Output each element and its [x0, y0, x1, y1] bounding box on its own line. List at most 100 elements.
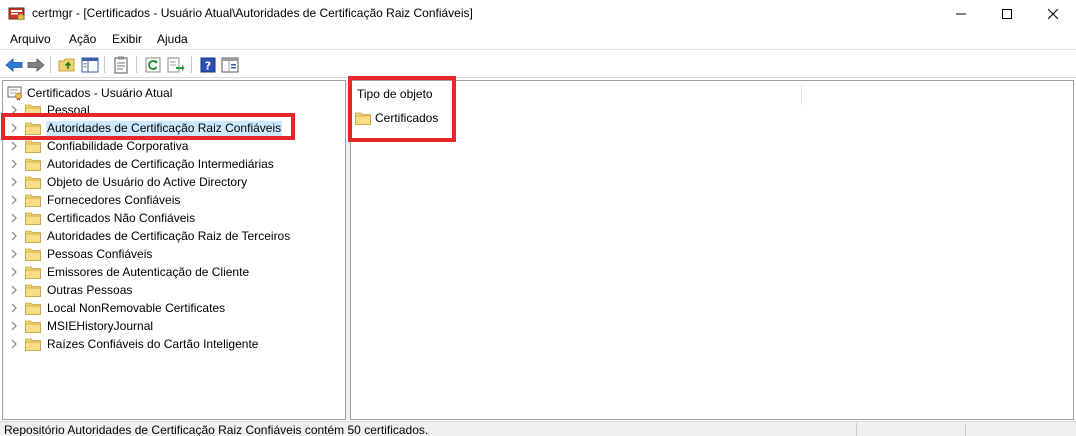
export-list-button[interactable]	[166, 55, 186, 75]
folder-icon	[25, 140, 41, 153]
tree-item[interactable]: Local NonRemovable Certificates	[3, 299, 343, 317]
folder-icon	[25, 320, 41, 333]
close-button[interactable]	[1030, 0, 1076, 28]
tree-item[interactable]: Pessoal	[3, 101, 343, 119]
forward-button[interactable]	[26, 55, 46, 75]
show-hide-console-tree-button[interactable]	[80, 55, 100, 75]
column-header-tipo-de-objeto[interactable]: Tipo de objeto	[357, 87, 433, 105]
close-icon	[1048, 9, 1058, 19]
tree-item-label: Autoridades de Certificação Raiz de Terc…	[47, 229, 291, 243]
folder-icon	[25, 194, 41, 207]
window-title: certmgr - [Certificados - Usuário Atual\…	[32, 6, 473, 20]
folder-icon	[25, 212, 41, 225]
help-button[interactable]: ?	[198, 55, 218, 75]
folder-icon	[355, 112, 371, 125]
back-button[interactable]	[4, 55, 24, 75]
toolbar-separator	[50, 56, 51, 73]
tree-item-label: Pessoas Confiáveis	[47, 247, 153, 261]
chevron-right-icon[interactable]	[9, 158, 19, 170]
tree-item[interactable]: Fornecedores Confiáveis	[3, 191, 343, 209]
tree-item-label: Autoridades de Certificação Raiz Confiáv…	[46, 121, 283, 136]
chevron-right-icon[interactable]	[9, 320, 19, 332]
maximize-button[interactable]	[984, 0, 1030, 28]
properties-icon	[114, 56, 128, 74]
toolbar-separator	[136, 56, 137, 73]
tree-item-label: Certificados Não Confiáveis	[47, 211, 196, 225]
list-item-certificados[interactable]: Certificados	[355, 109, 438, 127]
tree-item-label: Local NonRemovable Certificates	[47, 301, 226, 315]
tree-item[interactable]: MSIEHistoryJournal	[3, 317, 343, 335]
chevron-right-icon[interactable]	[9, 230, 19, 242]
maximize-icon	[1002, 9, 1012, 19]
tree-item[interactable]: Autoridades de Certificação Raiz Confiáv…	[3, 119, 343, 137]
toolbar-separator	[191, 56, 192, 73]
tree-item-label: Objeto de Usuário do Active Directory	[47, 175, 248, 189]
certificate-store-icon	[7, 86, 22, 101]
details-pane[interactable]: Tipo de objeto Certificados	[350, 80, 1074, 420]
menu-acao[interactable]: Ação	[69, 32, 96, 46]
forward-arrow-icon	[27, 58, 45, 72]
title-bar: certmgr - [Certificados - Usuário Atual\…	[0, 0, 1076, 28]
tree-item[interactable]: Certificados Não Confiáveis	[3, 209, 343, 227]
tree-item[interactable]: Autoridades de Certificação Raiz de Terc…	[3, 227, 343, 245]
tree-item-label: Pessoal	[47, 103, 90, 117]
folder-icon	[25, 176, 41, 189]
details-view-button[interactable]	[220, 55, 240, 75]
folder-icon	[25, 122, 41, 135]
chevron-right-icon[interactable]	[9, 302, 19, 314]
tree-root-item[interactable]: Certificados - Usuário Atual	[7, 85, 172, 101]
folder-icon	[25, 266, 41, 279]
chevron-right-icon[interactable]	[9, 122, 19, 134]
tree-root-label: Certificados - Usuário Atual	[27, 86, 173, 100]
chevron-right-icon[interactable]	[9, 104, 19, 116]
tree-item-label: Raízes Confiáveis do Cartão Inteligente	[47, 337, 259, 351]
refresh-icon	[145, 57, 161, 73]
column-header-divider[interactable]	[801, 85, 802, 105]
chevron-right-icon[interactable]	[9, 212, 19, 224]
properties-button[interactable]	[111, 55, 131, 75]
chevron-right-icon[interactable]	[9, 176, 19, 188]
tree-item[interactable]: Emissores de Autenticação de Cliente	[3, 263, 343, 281]
tree-item[interactable]: Confiabilidade Corporativa	[3, 137, 343, 155]
tree-item-label: Autoridades de Certificação Intermediári…	[47, 157, 274, 171]
folder-icon	[25, 158, 41, 171]
menu-exibir[interactable]: Exibir	[112, 32, 142, 46]
chevron-right-icon[interactable]	[9, 248, 19, 260]
minimize-icon	[956, 13, 966, 15]
chevron-right-icon[interactable]	[9, 194, 19, 206]
status-text: Repositório Autoridades de Certificação …	[4, 423, 429, 436]
details-view-icon	[221, 57, 239, 73]
status-separator	[965, 423, 966, 436]
menu-bar: Arquivo Ação Exibir Ajuda	[0, 28, 1076, 50]
chevron-right-icon[interactable]	[9, 284, 19, 296]
tree-item-label: MSIEHistoryJournal	[47, 319, 154, 333]
console-tree-pane[interactable]: Certificados - Usuário Atual Pessoal Auto…	[2, 80, 346, 420]
toolbar-separator	[104, 56, 105, 73]
tree-item[interactable]: Outras Pessoas	[3, 281, 343, 299]
up-one-level-button[interactable]	[57, 55, 77, 75]
menu-arquivo[interactable]: Arquivo	[10, 32, 51, 46]
tree-item[interactable]: Pessoas Confiáveis	[3, 245, 343, 263]
tree-item-label: Emissores de Autenticação de Cliente	[47, 265, 250, 279]
chevron-right-icon[interactable]	[9, 140, 19, 152]
tree-item[interactable]: Autoridades de Certificação Intermediári…	[3, 155, 343, 173]
back-arrow-icon	[5, 58, 23, 72]
folder-icon	[25, 230, 41, 243]
show-hide-tree-icon	[81, 57, 99, 73]
svg-text:?: ?	[205, 60, 211, 73]
tree-item[interactable]: Objeto de Usuário do Active Directory	[3, 173, 343, 191]
help-icon: ?	[200, 57, 216, 73]
tree-item-label: Confiabilidade Corporativa	[47, 139, 189, 153]
tree-item-label: Fornecedores Confiáveis	[47, 193, 181, 207]
menu-ajuda[interactable]: Ajuda	[157, 32, 188, 46]
minimize-button[interactable]	[938, 0, 984, 28]
toolbar: ?	[0, 51, 1076, 78]
refresh-button[interactable]	[143, 55, 163, 75]
folder-icon	[25, 284, 41, 297]
up-folder-icon	[58, 58, 75, 72]
status-bar: Repositório Autoridades de Certificação …	[0, 421, 1076, 436]
tree-item[interactable]: Raízes Confiáveis do Cartão Inteligente	[3, 335, 343, 353]
chevron-right-icon[interactable]	[9, 338, 19, 350]
chevron-right-icon[interactable]	[9, 266, 19, 278]
folder-icon	[25, 104, 41, 117]
